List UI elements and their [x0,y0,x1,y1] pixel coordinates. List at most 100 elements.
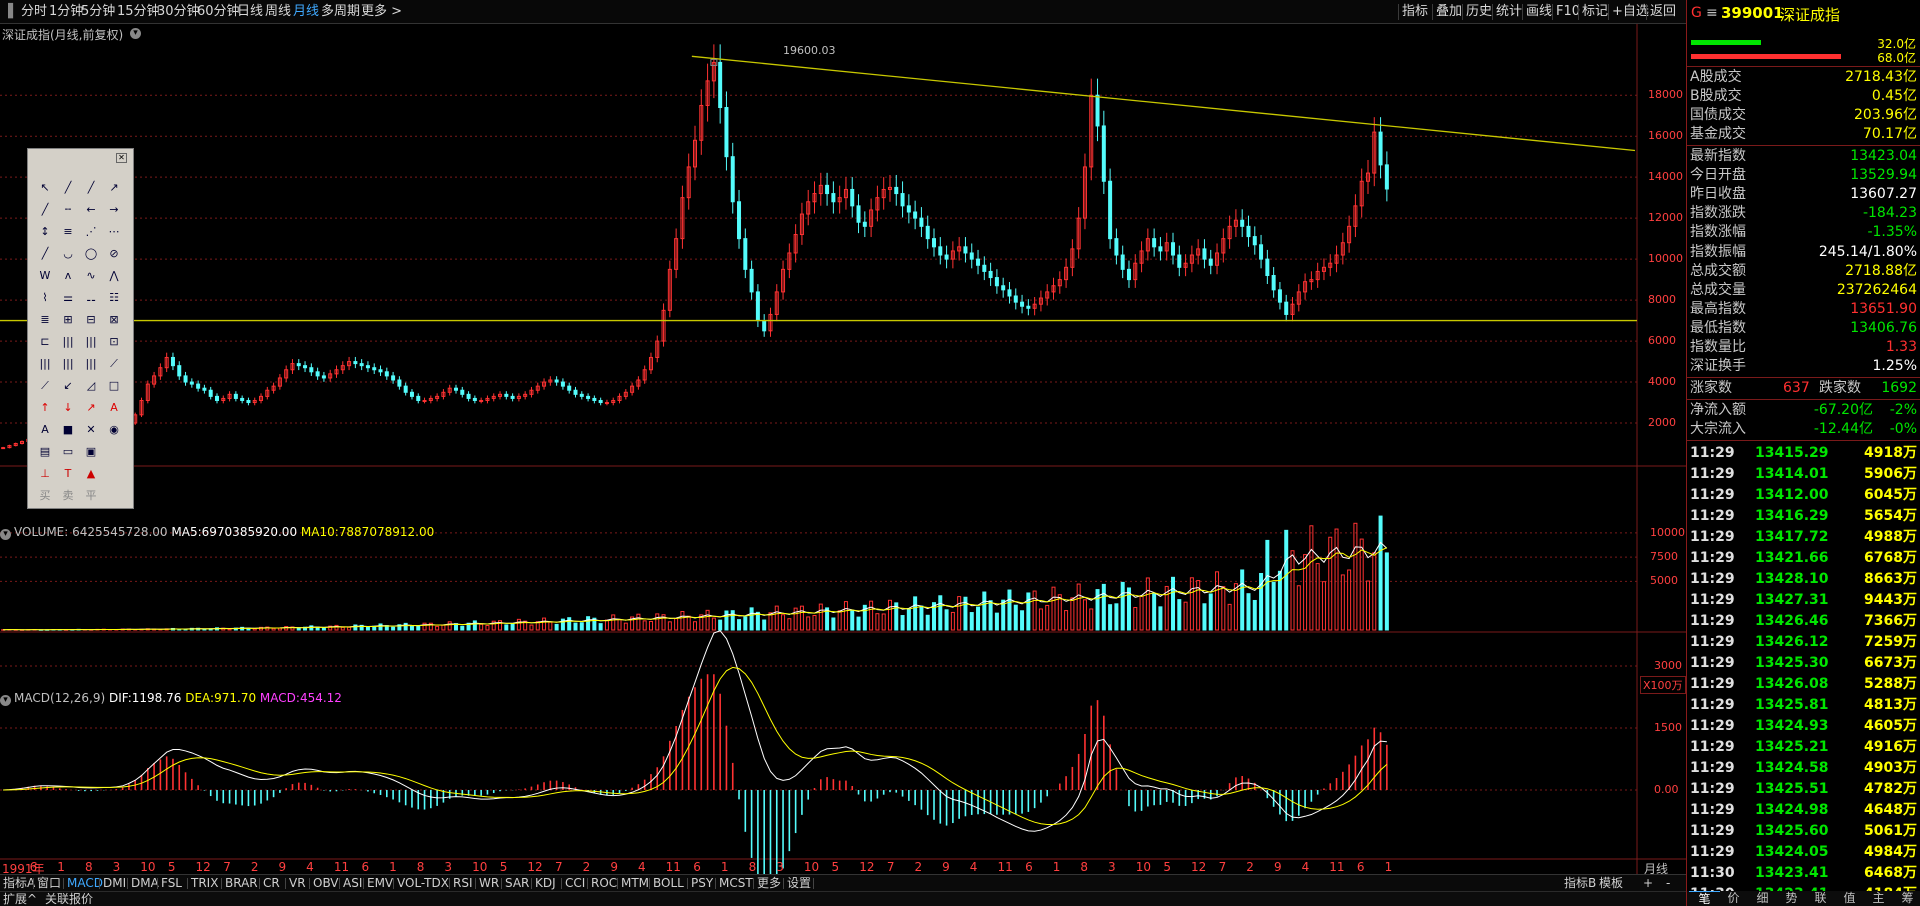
drawing-tool-23[interactable]: ☷ [105,289,123,307]
drawing-tool-21[interactable]: ⚌ [59,289,77,307]
indicator-tab-6[interactable]: TRIX [190,876,219,891]
toolbar-tool-5[interactable]: F10 [1556,3,1580,21]
indicator-tab-15[interactable]: WR [478,876,500,891]
indicator-tab-18[interactable]: CCI [564,876,586,891]
indicator-tab-7[interactable]: BRAR [224,876,259,891]
toolbar-tool-7[interactable]: +自选 [1612,3,1649,21]
toolbar-period-7[interactable]: 周线 [265,3,291,21]
trendline[interactable] [691,55,1636,152]
indicator-tab-11[interactable]: ASI [342,876,363,891]
panel-tab-3[interactable]: 势 [1776,891,1807,906]
indicator-tab-5[interactable]: FSL [160,876,183,891]
drawing-tool-11[interactable]: ⋯ [105,223,123,241]
drawing-tool-1[interactable]: ╱ [59,179,77,197]
indicator-tab-1[interactable]: 窗口 [36,876,62,891]
drawing-tool-19[interactable]: ⋀ [105,267,123,285]
indicator-right-3[interactable]: - [1665,876,1671,891]
indicator-tab-13[interactable]: VOL-TDX [396,876,450,891]
drawing-tool-10[interactable]: ⋰ [82,223,100,241]
drawing-tool-6[interactable]: ← [82,201,100,219]
toolbar-period-8[interactable]: 月线 [293,3,319,21]
drawing-tools-palette[interactable]: ✕ ↖ ╱ ╱ ↗ ╱ ╌ ← → ↕ ≡ ⋰ ⋯ ╱ ◡ ◯ ⊘ Wʌ ∿ ⋀ ⌇ ⚌ ⚋ ☷ ≣ ⊞ ⊟ ⊠ ⊏ ||| ||| ⊡ ||… [27,148,134,509]
toolbar-tool-8[interactable]: 返回 [1650,3,1676,21]
drawing-tool-8[interactable]: ↕ [36,223,54,241]
indicator-tab-0[interactable]: 指标A [2,876,36,891]
panel-tab-7[interactable]: 筹 [1892,891,1920,906]
drawing-tool-15[interactable]: ⊘ [105,245,123,263]
toolbar-period-10[interactable]: 更多 > [361,3,402,21]
indicator-tab-4[interactable]: DMA [130,876,160,891]
drawing-tool-38[interactable]: ◿ [82,377,100,395]
indicator-tab-3[interactable]: DMI [102,876,127,891]
drawing-tool-46[interactable]: ✕ [82,421,100,439]
indicator-tab-21[interactable]: BOLL [652,876,685,891]
drawing-tool-31[interactable]: ⊡ [105,333,123,351]
drawing-trade-0[interactable]: 买 [36,487,54,505]
drawing-tool-9[interactable]: ≡ [59,223,77,241]
panel-tab-0[interactable]: 笔 [1689,891,1720,906]
drawing-tool-50[interactable]: ▣ [82,443,100,461]
drawing-tool-7[interactable]: → [105,201,123,219]
indicator-tab-19[interactable]: ROC [590,876,618,891]
indicator-tab-14[interactable]: RSI [452,876,474,891]
indicator-tab-24[interactable]: 更多 [756,876,782,891]
indicator-tab-8[interactable]: CR [262,876,281,891]
drawing-tool-5[interactable]: ╌ [59,201,77,219]
drawing-tool-4[interactable]: ╱ [36,201,54,219]
drawing-trade-1[interactable]: 卖 [59,487,77,505]
drawing-tool-30[interactable]: ||| [82,333,100,351]
indicator-tab-12[interactable]: EMV [366,876,394,891]
drawing-tool-54[interactable]: ▲ [82,465,100,483]
drawing-tool-33[interactable]: ||| [59,355,77,373]
indicator-tab-22[interactable]: PSY [690,876,714,891]
drawing-tool-49[interactable]: ▭ [59,443,77,461]
drawing-tool-48[interactable]: ▤ [36,443,54,461]
drawing-tool-3[interactable]: ↗ [105,179,123,197]
drawing-tool-12[interactable]: ╱ [36,245,54,263]
toolbar-period-6[interactable]: 日线 [237,3,263,21]
indicator-tab-9[interactable]: VR [288,876,307,891]
drawing-tool-37[interactable]: ↙ [59,377,77,395]
drawing-tool-52[interactable]: ⊥ [36,465,54,483]
toolbar-period-4[interactable]: 30分钟 [157,3,200,21]
drawing-tool-32[interactable]: ||| [36,355,54,373]
drawing-trade-2[interactable]: 平 [82,487,100,505]
drawing-tool-47[interactable]: ◉ [105,421,123,439]
drawing-tool-42[interactable]: ↗ [82,399,100,417]
drawing-tool-55[interactable] [105,465,123,483]
drawing-tool-22[interactable]: ⚋ [82,289,100,307]
chart-collapse-icon[interactable]: ▾ [130,28,141,39]
drawing-tool-41[interactable]: ↓ [59,399,77,417]
toolbar-period-5[interactable]: 60分钟 [197,3,240,21]
indicator-right-0[interactable]: 指标B [1563,876,1597,891]
drawing-tool-20[interactable]: ⌇ [36,289,54,307]
drawing-tool-25[interactable]: ⊞ [59,311,77,329]
drawing-tool-53[interactable]: T [59,465,77,483]
indicator-right-1[interactable]: 模板 [1598,876,1624,891]
drawing-tool-27[interactable]: ⊠ [105,311,123,329]
toolbar-tool-2[interactable]: 历史 [1466,3,1492,21]
indicator-right-2[interactable]: + [1642,876,1654,891]
indicator-tab-20[interactable]: MTM [620,876,650,891]
drawing-tool-26[interactable]: ⊟ [82,311,100,329]
drawing-tool-18[interactable]: ∿ [82,267,100,285]
status-item-0[interactable]: 扩展^ [3,892,37,906]
toolbar-tool-3[interactable]: 统计 [1496,3,1522,21]
panel-tab-4[interactable]: 联 [1805,891,1836,906]
drawing-tool-35[interactable]: ⟋ [105,355,123,373]
chart-svg[interactable] [0,24,1686,880]
drawing-tool-45[interactable]: ■ [59,421,77,439]
panel-tab-6[interactable]: 主 [1863,891,1894,906]
menu-icon[interactable]: ≡ [1706,5,1718,21]
drawing-tool-2[interactable]: ╱ [82,179,100,197]
drawing-tool-24[interactable]: ≣ [36,311,54,329]
indicator-tab-23[interactable]: MCST [718,876,754,891]
indicator-tab-16[interactable]: SAR [504,876,530,891]
drawing-tool-0[interactable]: ↖ [36,179,54,197]
volume-collapse-icon[interactable]: ▾ [0,529,11,540]
drawing-tool-16[interactable]: W [36,267,54,285]
toolbar-tool-0[interactable]: 指标 [1402,3,1428,21]
toolbar-tool-4[interactable]: 画线 [1526,3,1552,21]
drawing-tool-17[interactable]: ʌ [59,267,77,285]
indicator-tab-17[interactable]: KDJ [534,876,557,891]
